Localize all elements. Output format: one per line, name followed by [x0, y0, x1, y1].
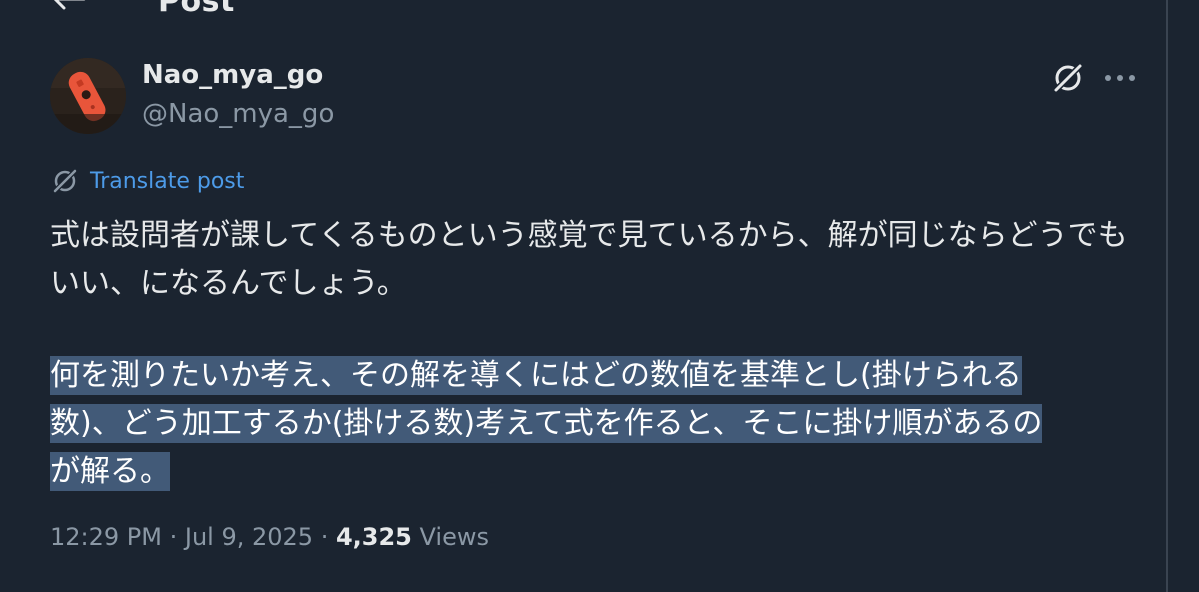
- views-count: 4,325: [335, 523, 412, 551]
- post-paragraph-1: 式は設問者が課してくるものという感覚で見ているから、解が同じならどうでもいい、に…: [50, 218, 1128, 301]
- post-meta: 12:29 PM · Jul 9, 2025 · 4,325 Views: [50, 523, 489, 551]
- views-label: Views: [411, 523, 489, 551]
- grok-icon[interactable]: [1050, 60, 1086, 96]
- selected-text-line-3: が解る。: [50, 452, 170, 491]
- meta-separator: ·: [313, 523, 336, 551]
- meta-separator: ·: [161, 523, 185, 551]
- author-handle[interactable]: @Nao_mya_go: [142, 99, 334, 129]
- post-paragraph-2: 何を測りたいか考え、その解を導くにはどの数値を基準とし(掛けられる 数)、どう加…: [50, 352, 1130, 496]
- column-divider: [1166, 0, 1168, 592]
- page-title: Post: [158, 0, 235, 19]
- post-time: 12:29 PM: [50, 523, 162, 551]
- translate-post-label: Translate post: [90, 168, 245, 194]
- translate-post-button[interactable]: Translate post: [50, 165, 244, 197]
- selected-text-line-1: 何を測りたいか考え、その解を導くにはどの数値を基準とし(掛けられる: [50, 356, 1022, 395]
- selected-text-line-2: 数)、どう加工するか(掛ける数)考えて式を作ると、そこに掛け順があるの: [50, 404, 1043, 443]
- back-arrow-icon[interactable]: [52, 0, 86, 10]
- post-page: Post Nao_mya_go @Nao_mya_go Translate po…: [0, 0, 1199, 592]
- post-time-link[interactable]: 12:29 PM · Jul 9, 2025: [50, 523, 313, 551]
- page-header: Post: [0, 0, 1160, 24]
- post-text: 式は設問者が課してくるものという感覚で見ているから、解が同じならどうでもいい、に…: [50, 212, 1130, 496]
- author-display-name[interactable]: Nao_mya_go: [142, 60, 323, 90]
- grok-translate-icon: [51, 167, 79, 195]
- post-date: Jul 9, 2025: [184, 523, 314, 551]
- avatar-image: [50, 58, 126, 134]
- avatar[interactable]: [50, 58, 126, 134]
- more-icon[interactable]: [1100, 66, 1140, 90]
